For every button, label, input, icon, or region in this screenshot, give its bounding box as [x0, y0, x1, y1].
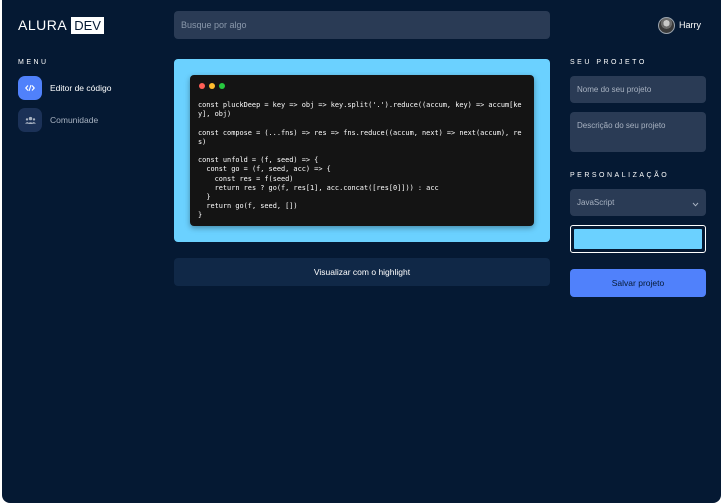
logo-badge: DEV [71, 16, 104, 34]
customization-section-title: PERSONALIZAÇÃO [570, 172, 670, 179]
window-controls [199, 83, 225, 89]
language-select[interactable]: JavaScript [570, 189, 706, 216]
language-select-value: JavaScript [577, 198, 615, 207]
color-picker[interactable] [570, 225, 706, 253]
user-profile[interactable]: Harry [658, 16, 701, 34]
users-icon [18, 108, 42, 132]
app-window: ALURA DEV Harry MENU Editor de código [2, 0, 721, 503]
chevron-down-icon [692, 194, 699, 212]
avatar [658, 16, 675, 34]
search-input[interactable] [174, 11, 550, 39]
maximize-dot-icon [219, 83, 225, 89]
menu-item-label: Editor de código [50, 83, 112, 93]
close-dot-icon [199, 83, 205, 89]
user-name: Harry [679, 20, 701, 30]
save-project-button[interactable]: Salvar projeto [570, 269, 706, 297]
menu-title: MENU [18, 59, 49, 66]
logo[interactable]: ALURA DEV [18, 16, 104, 34]
menu-item-community[interactable]: Comunidade [18, 108, 98, 132]
code-icon [18, 76, 42, 100]
menu-item-editor[interactable]: Editor de código [18, 76, 111, 100]
menu-item-label: Comunidade [50, 115, 99, 125]
project-description-field[interactable] [570, 112, 706, 152]
project-name-field[interactable] [570, 76, 706, 103]
code-editor-frame: const pluckDeep = key => obj => key.spli… [174, 59, 550, 242]
logo-text: ALURA [18, 17, 68, 33]
project-section-title: SEU PROJETO [570, 59, 647, 66]
code-window[interactable]: const pluckDeep = key => obj => key.spli… [190, 75, 534, 226]
code-text[interactable]: const pluckDeep = key => obj => key.spli… [198, 101, 528, 221]
color-swatch[interactable] [574, 229, 702, 249]
minimize-dot-icon [209, 83, 215, 89]
highlight-button[interactable]: Visualizar com o highlight [174, 258, 550, 286]
